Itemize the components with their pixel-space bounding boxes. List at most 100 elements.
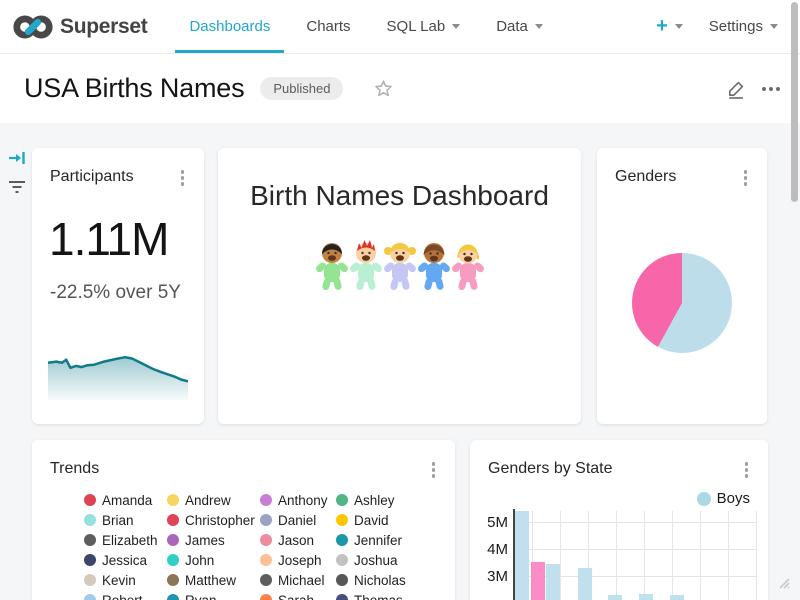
legend-label: James	[185, 533, 225, 548]
nav-item-data[interactable]: Data	[478, 0, 561, 53]
resize-handle-icon[interactable]	[776, 575, 790, 589]
nav-item-charts[interactable]: Charts	[288, 0, 368, 53]
legend-item[interactable]: Nicholas	[336, 570, 446, 590]
markdown-heading: Birth Names Dashboard	[218, 180, 581, 212]
kebab-menu-button[interactable]	[740, 168, 752, 188]
legend-item[interactable]: Joseph	[260, 550, 336, 570]
legend-label: Sarah	[278, 593, 314, 600]
legend-item[interactable]: Jennifer	[336, 530, 446, 550]
legend-item[interactable]: John	[167, 550, 260, 570]
legend-item[interactable]: Elizabeth	[84, 530, 167, 550]
y-axis-tick: 4M	[470, 541, 508, 558]
expand-filter-bar-icon[interactable]	[8, 149, 26, 167]
genders-by-state-card: Genders by State Boys 5M4M3M	[470, 440, 768, 600]
legend-item[interactable]: Thomas	[336, 590, 446, 600]
genders-card: Genders	[597, 148, 767, 424]
legend-dot	[260, 554, 272, 566]
superset-brand[interactable]: Superset	[12, 12, 147, 42]
dashboard-canvas: Participants 1.11M -22.5% over 5Y Birth …	[0, 123, 800, 600]
edit-pencil-button[interactable]	[726, 79, 746, 99]
legend-label: Thomas	[354, 593, 403, 600]
published-badge[interactable]: Published	[260, 77, 343, 100]
legend-item[interactable]: Jason	[260, 530, 336, 550]
legend-dot	[167, 594, 179, 600]
legend-item[interactable]: Brian	[84, 510, 167, 530]
legend-dot	[167, 534, 179, 546]
new-item-button[interactable]: +	[656, 15, 683, 38]
vertical-scrollbar-thumb[interactable]	[791, 2, 798, 202]
kebab-menu-button[interactable]	[741, 460, 753, 480]
settings-menu[interactable]: Settings	[709, 18, 778, 35]
legend-label: Robert	[102, 593, 143, 600]
legend-label: Ryan	[185, 593, 217, 600]
legend-item[interactable]: Matthew	[167, 570, 260, 590]
gridline	[700, 511, 701, 600]
legend-item[interactable]: Ashley	[336, 490, 446, 510]
legend-item[interactable]: Sarah	[260, 590, 336, 600]
legend-label: Amanda	[102, 493, 152, 508]
markdown-card: Birth Names Dashboard	[218, 148, 581, 424]
legend-item[interactable]: Andrew	[167, 490, 260, 510]
bar-boys[interactable]	[515, 511, 529, 600]
legend-dot	[167, 494, 179, 506]
legend-item[interactable]: Daniel	[260, 510, 336, 530]
header-menu-button[interactable]	[760, 83, 782, 95]
legend-label: Jessica	[102, 553, 147, 568]
legend-item[interactable]: Christopher	[167, 510, 260, 530]
legend-dot	[260, 534, 272, 546]
bar-boys[interactable]	[578, 568, 592, 600]
filter-funnel-icon[interactable]	[8, 179, 26, 195]
legend-dot	[336, 534, 348, 546]
bar-boys[interactable]	[639, 594, 653, 600]
bar-girls[interactable]	[531, 562, 545, 600]
legend-dot	[84, 534, 96, 546]
legend-dot	[260, 494, 272, 506]
legend-item[interactable]: Kevin	[84, 570, 167, 590]
legend-dot	[260, 574, 272, 586]
trends-card: Trends AmandaAndrewAnthonyAshleyBrianChr…	[32, 440, 455, 600]
dot	[776, 87, 780, 91]
legend-label: Kevin	[102, 573, 136, 588]
legend-item[interactable]: Robert	[84, 590, 167, 600]
brand-name: Superset	[60, 15, 147, 39]
legend-label: Ashley	[354, 493, 395, 508]
legend-item[interactable]: Amanda	[84, 490, 167, 510]
kid-blue	[417, 238, 451, 292]
bar-boys[interactable]	[546, 564, 560, 600]
caret-down-icon	[535, 24, 543, 29]
kid-lavender	[383, 238, 417, 292]
nav-label: Charts	[306, 18, 350, 35]
legend-label: Michael	[278, 573, 325, 588]
y-axis-tick: 3M	[470, 568, 508, 585]
kebab-menu-button[interactable]	[177, 168, 189, 188]
nav-item-dashboards[interactable]: Dashboards	[171, 0, 288, 53]
y-axis-tick: 5M	[470, 514, 508, 531]
legend-item[interactable]: Ryan	[167, 590, 260, 600]
legend-label: Daniel	[278, 513, 316, 528]
legend-label: Nicholas	[354, 573, 406, 588]
bar-boys[interactable]	[670, 595, 684, 600]
legend-item[interactable]: David	[336, 510, 446, 530]
nav-item-sql-lab[interactable]: SQL Lab	[369, 0, 479, 53]
favorite-star-button[interactable]	[373, 78, 394, 99]
gridline	[513, 549, 756, 550]
legend-item[interactable]: Anthony	[260, 490, 336, 510]
legend-item[interactable]: Jessica	[84, 550, 167, 570]
kebab-menu-button[interactable]	[428, 460, 440, 480]
legend-item[interactable]: James	[167, 530, 260, 550]
kid-pink	[451, 238, 485, 292]
genders-pie-chart[interactable]	[632, 253, 732, 353]
legend-label: Christopher	[185, 513, 255, 528]
legend-item[interactable]: Michael	[260, 570, 336, 590]
nav-label: SQL Lab	[387, 18, 446, 35]
bar-boys[interactable]	[608, 595, 622, 600]
legend-label: John	[185, 553, 214, 568]
legend-label: Andrew	[185, 493, 231, 508]
dashboard-header: USA Births Names Published	[0, 54, 800, 123]
navbar: Superset Dashboards Charts SQL Lab Data …	[0, 0, 800, 54]
legend-dot	[84, 574, 96, 586]
kid-green	[315, 238, 349, 292]
gridline	[728, 511, 729, 600]
legend-label: Elizabeth	[102, 533, 158, 548]
legend-item[interactable]: Joshua	[336, 550, 446, 570]
